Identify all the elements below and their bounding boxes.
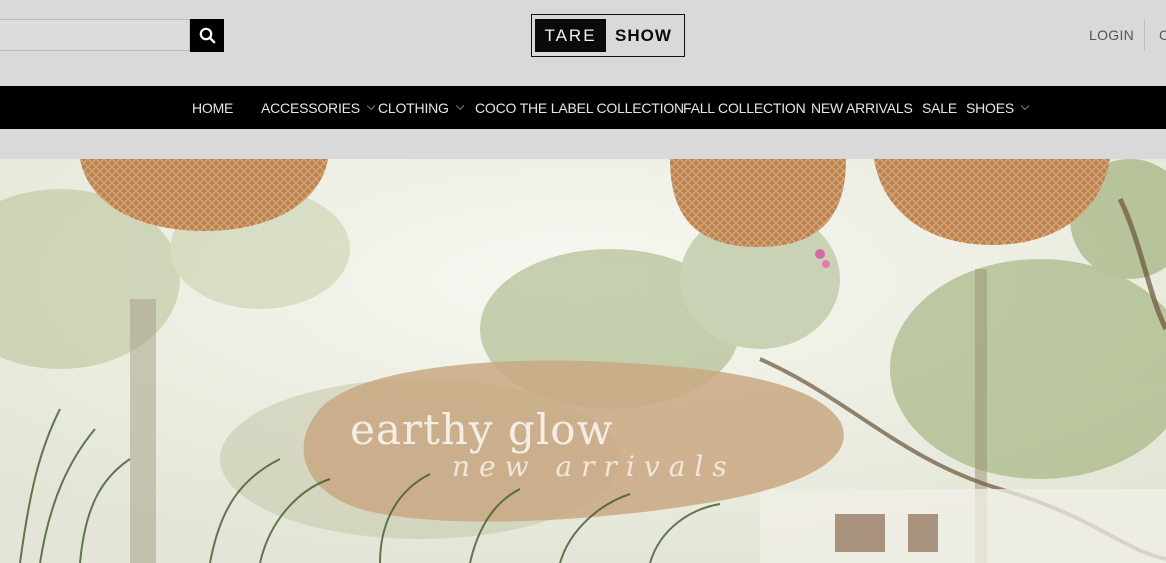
nav-item-label: ACCESSORIES xyxy=(261,99,360,116)
cart-link[interactable]: C xyxy=(1159,27,1166,43)
chevron-down-icon xyxy=(1020,101,1030,110)
nav-item-label: COCO THE LABEL COLLECTION xyxy=(475,99,684,116)
logo-text-left: TARE xyxy=(535,19,606,52)
nav-item-label: SHOES xyxy=(966,99,1015,116)
search-form xyxy=(0,19,224,53)
main-nav: HOME ACCESSORIES CLOTHING COCO THE LABEL… xyxy=(0,86,1166,129)
chevron-down-icon xyxy=(455,101,465,110)
nav-item-accessories[interactable]: ACCESSORIES xyxy=(261,86,376,129)
search-input[interactable] xyxy=(0,19,190,51)
hero-subtitle: new arrivals xyxy=(452,450,736,483)
site-header: TARE SHOW LOGIN C xyxy=(0,0,1166,86)
nav-item-fall-collection[interactable]: FALL COLLECTION xyxy=(683,86,806,129)
hero-title: earthy glow xyxy=(350,405,614,454)
header-divider xyxy=(1144,20,1145,51)
nav-item-shoes[interactable]: SHOES xyxy=(966,86,1030,129)
hero-image xyxy=(0,159,1166,563)
login-link[interactable]: LOGIN xyxy=(1089,27,1134,43)
nav-item-label: SALE xyxy=(922,99,957,116)
nav-item-label: HOME xyxy=(192,99,234,116)
chevron-down-icon xyxy=(366,101,376,110)
site-logo[interactable]: TARE SHOW xyxy=(531,14,685,57)
search-icon xyxy=(199,27,215,44)
search-button[interactable] xyxy=(190,19,224,52)
logo-text-right: SHOW xyxy=(615,25,672,45)
nav-item-sale[interactable]: SALE xyxy=(922,86,957,129)
nav-item-label: NEW ARRIVALS xyxy=(811,99,913,116)
nav-item-clothing[interactable]: CLOTHING xyxy=(378,86,465,129)
nav-item-new-arrivals[interactable]: NEW ARRIVALS xyxy=(811,86,913,129)
hero-banner[interactable]: earthy glow new arrivals xyxy=(0,159,1166,563)
nav-item-label: CLOTHING xyxy=(378,99,449,116)
nav-item-home[interactable]: HOME xyxy=(192,86,233,129)
nav-item-coco-the-label-collection[interactable]: COCO THE LABEL COLLECTION xyxy=(475,86,684,129)
nav-item-label: FALL COLLECTION xyxy=(683,99,806,116)
